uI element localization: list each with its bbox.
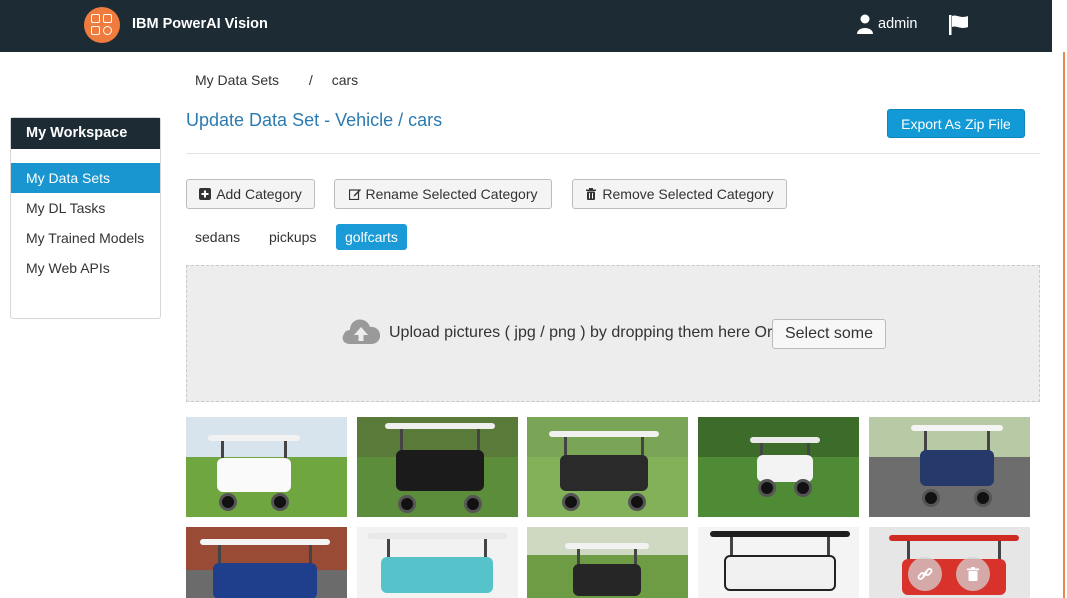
plus-square-icon [199,188,212,200]
image-thumbnail[interactable] [527,417,688,517]
workspace-nav: My Data Sets My DL Tasks My Trained Mode… [11,163,160,283]
image-thumbnail[interactable] [698,527,859,598]
rename-category-button[interactable]: Rename Selected Category [334,179,552,209]
trash-icon [586,188,597,200]
image-thumbnail[interactable] [869,527,1030,598]
app-title[interactable]: IBM PowerAI Vision [132,16,268,32]
rename-category-label: Rename Selected Category [365,186,538,202]
image-thumbnail[interactable] [357,417,518,517]
app-logo-icon[interactable] [84,7,120,43]
workspace-panel: My Workspace My Data Sets My DL Tasks My… [10,117,161,319]
sidebar-item-my-trained-models[interactable]: My Trained Models [11,223,160,253]
image-thumbnail[interactable] [527,527,688,598]
upload-dropzone[interactable]: Upload pictures ( jpg / png ) by droppin… [186,265,1040,402]
workspace-title: My Workspace [11,118,160,149]
breadcrumb-my-data-sets[interactable]: My Data Sets [195,72,279,88]
category-tab-golfcarts[interactable]: golfcarts [336,224,407,250]
page-scroll-edge [1052,0,1067,598]
divider [186,153,1040,154]
edit-icon [348,189,361,200]
image-thumbnail[interactable] [698,417,859,517]
link-icon [917,568,933,580]
cloud-upload-icon [342,319,381,344]
export-zip-button[interactable]: Export As Zip File [887,109,1025,138]
upload-instructions: Upload pictures ( jpg / png ) by droppin… [389,324,773,341]
image-thumbnail[interactable] [357,527,518,598]
select-files-button[interactable]: Select some [772,319,886,349]
breadcrumb-cars: cars [331,72,359,88]
breadcrumb: My Data Sets / cars [195,72,358,88]
flag-icon[interactable] [948,14,970,36]
user-icon[interactable] [857,14,873,34]
image-thumbnail[interactable] [869,417,1030,517]
image-thumbnail[interactable] [186,527,347,598]
thumbnail-link-button[interactable] [908,557,942,591]
remove-category-label: Remove Selected Category [602,186,774,202]
add-category-label: Add Category [216,186,302,202]
trash-icon [967,567,979,581]
image-thumbnail[interactable] [186,417,347,517]
sidebar-item-my-data-sets[interactable]: My Data Sets [11,163,160,193]
user-name-link[interactable]: admin [878,16,918,32]
top-navbar: IBM PowerAI Vision admin [0,0,1052,52]
thumbnail-delete-button[interactable] [956,557,990,591]
remove-category-button[interactable]: Remove Selected Category [572,179,787,209]
sidebar-item-my-dl-tasks[interactable]: My DL Tasks [11,193,160,223]
category-tab-sedans[interactable]: sedans [186,224,249,250]
breadcrumb-separator: / [308,72,313,88]
page-title: Update Data Set - Vehicle / cars [186,110,443,130]
sidebar-item-my-web-apis[interactable]: My Web APIs [11,253,160,283]
category-tab-pickups[interactable]: pickups [260,224,325,250]
add-category-button[interactable]: Add Category [186,179,315,209]
